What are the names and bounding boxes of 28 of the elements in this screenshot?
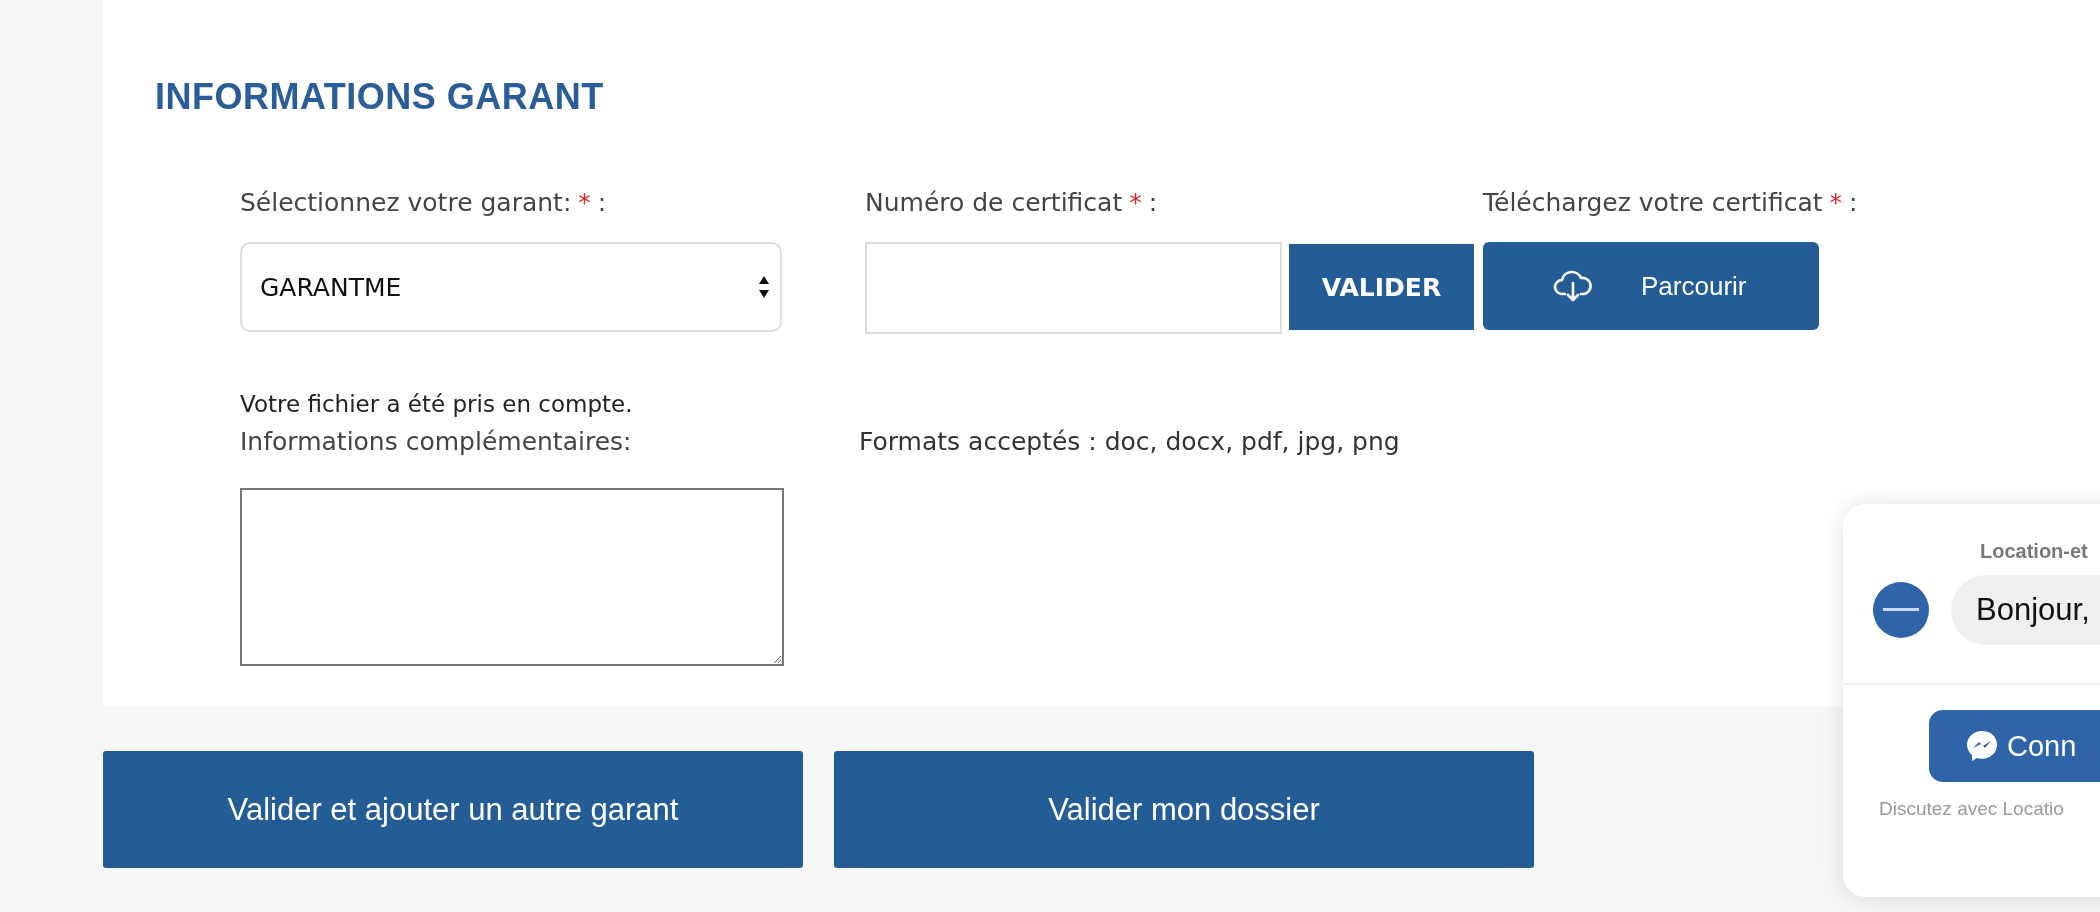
submit-button[interactable]: Valider mon dossier (834, 751, 1534, 868)
field-label: Téléchargez votre certificat (1483, 187, 1823, 217)
label-colon: : (1148, 187, 1158, 217)
label-colon: : (1849, 187, 1858, 217)
messenger-icon (1965, 729, 1999, 763)
certificate-input[interactable] (865, 242, 1282, 334)
file-status-text: Votre fichier a été pris en compte. (240, 390, 634, 419)
submit-button[interactable]: Valider et ajouter un autre garant (103, 751, 803, 868)
field-label: Numéro de certificat (865, 187, 1123, 217)
formats-note: Formats acceptés : doc, docx, pdf, jpg, png (859, 426, 1401, 458)
validate-button[interactable]: VALIDER (1289, 244, 1474, 330)
browse-button[interactable]: Parcourir (1483, 242, 1819, 330)
required-mark: * (578, 187, 591, 217)
updown-arrows-icon (758, 275, 770, 299)
guarantor-select[interactable]: GARANTME (240, 242, 782, 332)
notes-textarea[interactable] (240, 488, 784, 666)
field-label: Informations complémentaires: (240, 426, 633, 458)
avatar-icon (1873, 582, 1929, 638)
message-bubble: Bonjour, (1951, 575, 2100, 645)
cloud-download-icon (1553, 270, 1593, 302)
required-mark: * (1129, 187, 1142, 217)
chat-footer-text: Discutez avec Locatio (1879, 798, 2065, 820)
sender-name: Location-et (1980, 540, 2089, 563)
label-colon: : (597, 187, 607, 217)
messenger-button[interactable]: Conn (1929, 710, 2100, 782)
section-title: INFORMATIONS GARANT (155, 76, 605, 118)
field-label: Sélectionnez votre garant: (240, 187, 572, 217)
required-mark: * (1829, 187, 1842, 217)
